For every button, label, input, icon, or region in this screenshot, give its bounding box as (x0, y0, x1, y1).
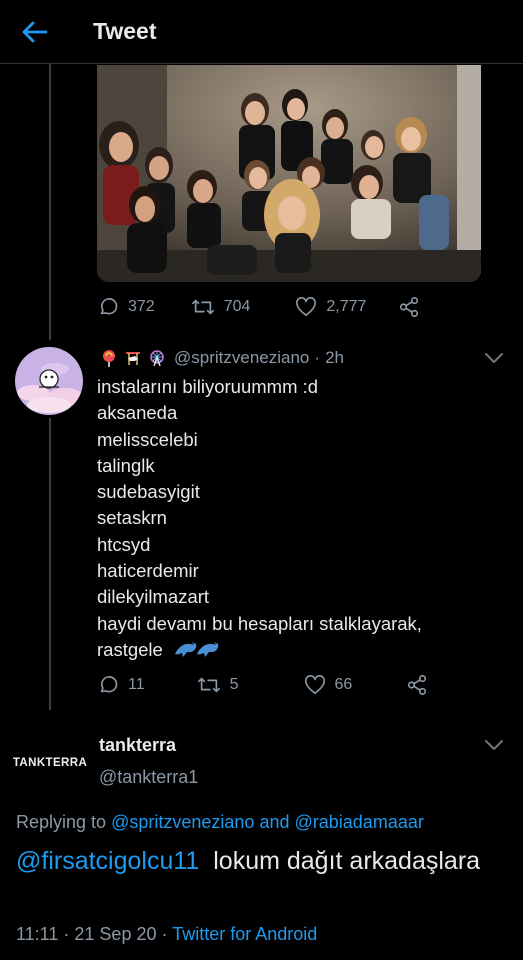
replying-prefix: Replying to (16, 812, 107, 832)
reply-line: htcsyd (97, 533, 151, 555)
replying-user-link[interactable]: @spritzveneziano (111, 812, 254, 832)
share-button[interactable] (398, 296, 420, 318)
heart-icon (304, 675, 325, 694)
reply-line: talinglk (97, 454, 155, 476)
reply-button[interactable]: 372 (97, 296, 155, 318)
lollipop-icon (97, 348, 121, 368)
mention-link[interactable]: @firsatcigolcu11 (16, 847, 199, 875)
page-title: Tweet (93, 18, 157, 44)
replying-user-link[interactable]: @rabiadamaaar (295, 812, 424, 832)
reply-actions: 11 5 66 (97, 674, 428, 696)
reply-line: rastgele (97, 638, 163, 660)
reply-line: dilekyilmazart (97, 586, 210, 608)
user-handle[interactable]: @tankterra1 (99, 767, 198, 788)
like-button[interactable]: 66 (304, 675, 353, 695)
separator-dot: · (161, 924, 168, 944)
tweet-text: @firsatcigolcu11 lokum dağıt arkadaşlara (16, 843, 511, 879)
tweet-body: lokum dağıt arkadaşlara (213, 847, 481, 875)
comment-icon (100, 676, 118, 693)
reply-line: sudebasyigit (97, 481, 200, 503)
reply-time: 2h (325, 348, 344, 367)
avatar[interactable] (15, 347, 83, 415)
heart-icon (296, 297, 317, 316)
reply-line: instalarını biliyoruummm :d (97, 376, 319, 397)
source-link[interactable]: Twitter for Android (172, 924, 317, 944)
avatar-logo-text: TANKTERRA (12, 757, 88, 769)
retweet-icon (191, 299, 214, 315)
reply-header: @spritzveneziano · 2h (97, 348, 344, 368)
replying-and[interactable]: and (259, 812, 289, 832)
reply-button[interactable]: 11 (97, 674, 145, 696)
retweet-icon (197, 677, 220, 693)
separator-dot: · (314, 348, 321, 367)
carousel-horse-icon (121, 348, 145, 368)
like-count: 66 (334, 676, 353, 693)
ferris-wheel-icon (145, 348, 169, 368)
display-name[interactable]: tankterra (99, 735, 176, 756)
retweet-button[interactable]: 704 (191, 296, 251, 318)
dolphin-icon (173, 639, 219, 661)
reply-line: haticerdemir (97, 560, 199, 582)
share-button[interactable] (406, 674, 428, 696)
comment-icon (100, 298, 118, 315)
chevron-down-icon[interactable] (483, 351, 505, 365)
retweet-count: 704 (223, 298, 251, 315)
reply-handle[interactable]: @spritzveneziano (174, 348, 309, 368)
reply-line: haydi devamı bu hesapları stalklayarak, (97, 612, 422, 634)
reply-text: instalarını biliyoruummm :d aksaneda mel… (97, 374, 507, 663)
share-icon (400, 297, 419, 317)
tweet-meta: 11:11 · 21 Sep 20 · Twitter for Android (16, 924, 317, 945)
tweet-time: 11:11 (16, 924, 59, 944)
reply-line: setaskrn (97, 507, 167, 529)
retweet-count: 5 (229, 676, 239, 693)
arrow-left-icon (22, 21, 48, 43)
avatar[interactable]: TANKTERRA (12, 728, 88, 798)
reply-last-line: rastgele (97, 637, 507, 663)
display-name-emojis (97, 348, 169, 368)
chevron-down-icon[interactable] (483, 738, 505, 752)
separator-dot: · (63, 924, 70, 944)
reply-count: 372 (128, 298, 155, 315)
share-icon (408, 675, 427, 695)
tweet-date: 21 Sep 20 (74, 924, 157, 944)
thread-connector (49, 418, 51, 710)
back-button[interactable] (20, 18, 50, 46)
like-button[interactable]: 2,777 (295, 297, 366, 317)
reply-count: 11 (128, 676, 145, 693)
reply-line: melisscelebi (97, 428, 198, 450)
retweet-button[interactable]: 5 (197, 674, 239, 696)
thread-connector (49, 64, 51, 340)
replying-to: Replying to @spritzveneziano and @rabiad… (16, 812, 424, 833)
top-app-bar: Tweet (0, 0, 523, 64)
reply-line: aksaneda (97, 402, 178, 424)
tweet-actions: 372 704 2,777 (97, 296, 420, 318)
like-count: 2,777 (326, 298, 367, 315)
tweet-photo[interactable] (97, 65, 481, 282)
